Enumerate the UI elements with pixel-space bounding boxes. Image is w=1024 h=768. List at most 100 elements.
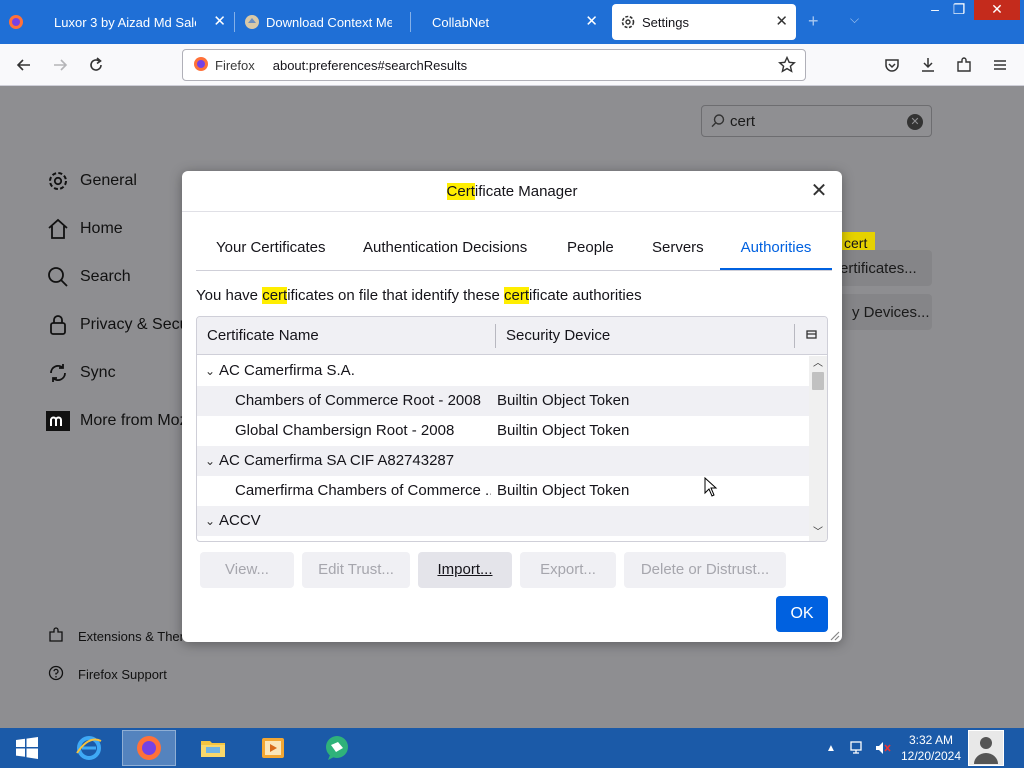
tab-settings[interactable]: Settings ✕ <box>612 4 796 40</box>
reload-icon[interactable] <box>84 53 108 77</box>
volume-muted-icon[interactable] <box>874 728 892 768</box>
mouse-cursor-icon <box>704 476 718 500</box>
nav-more-from-mozilla[interactable]: More from Mozilla <box>46 409 182 433</box>
import-button[interactable]: Import... <box>418 552 512 588</box>
chevron-down-icon[interactable]: ⌄ <box>205 446 217 476</box>
forward-arrow-icon[interactable] <box>48 53 72 77</box>
delete-or-distrust-button[interactable]: Delete or Distrust... <box>624 552 786 588</box>
cert-name: AC Camerfirma S.A. <box>219 362 355 379</box>
tab-download-context-menu[interactable]: Download Context Menu <box>240 4 410 40</box>
dialog-title: Certificate Manager <box>182 171 842 212</box>
close-icon[interactable]: ✕ <box>213 13 226 31</box>
system-clock[interactable]: 3:32 AM 12/20/2024 <box>896 732 966 764</box>
user-avatar-icon[interactable] <box>968 730 1004 766</box>
window-close-icon[interactable]: ✕ <box>974 0 1020 20</box>
tab-authentication-decisions[interactable]: Authentication Decisions <box>363 227 527 270</box>
button-label: Import... <box>437 561 493 578</box>
media-player-icon[interactable] <box>246 730 300 766</box>
edit-trust-button[interactable]: Edit Trust... <box>302 552 410 588</box>
column-certificate-name[interactable]: Certificate Name <box>207 317 319 355</box>
identity-box[interactable]: Firefox <box>183 56 255 75</box>
download-icon <box>244 14 260 30</box>
tab-authorities[interactable]: Authorities <box>720 227 832 270</box>
close-icon[interactable]: ✕ <box>585 13 598 31</box>
certificate-tree[interactable]: Certificate Name Security Device ⌄ AC Ca… <box>196 316 828 542</box>
restore-icon[interactable]: ❐ <box>944 0 974 20</box>
certificate-tabs: Your Certificates Authentication Decisio… <box>196 227 832 271</box>
settings-search-input[interactable]: cert ✕ <box>701 105 932 137</box>
column-security-device[interactable]: Security Device <box>506 317 610 355</box>
help-icon <box>48 665 64 684</box>
column-picker-icon[interactable] <box>805 328 819 342</box>
url-text[interactable]: about:preferences#searchResults <box>273 58 467 73</box>
new-tab-plus-icon[interactable]: + <box>808 12 819 30</box>
cert-device: Builtin Object Token <box>497 392 630 409</box>
clock-date: 12/20/2024 <box>900 749 962 763</box>
nav-label: Search <box>80 268 131 285</box>
scroll-thumb[interactable] <box>812 372 824 390</box>
tray-chevron-up-icon[interactable]: ▲ <box>826 728 836 768</box>
tree-row-group[interactable]: ⌄ AC Camerfirma SA CIF A82743287 <box>197 446 809 476</box>
close-icon[interactable]: ✕ <box>775 13 788 31</box>
nav-privacy[interactable]: Privacy & Security <box>46 313 182 337</box>
gear-icon <box>46 169 70 193</box>
tree-row[interactable]: Chambers of Commerce Root - 2008 Builtin… <box>197 386 809 416</box>
chat-app-icon[interactable] <box>310 730 364 766</box>
url-bar[interactable]: Firefox about:preferences#searchResults <box>182 49 806 81</box>
start-windows-icon[interactable] <box>0 730 54 766</box>
chevron-down-icon[interactable]: ⌄ <box>205 356 217 386</box>
tab-collabnet[interactable]: CollabNet ✕ <box>416 4 606 40</box>
view-button[interactable]: View... <box>200 552 294 588</box>
extensions-puzzle-icon[interactable] <box>952 53 976 77</box>
downloads-icon[interactable] <box>916 53 940 77</box>
nav-home[interactable]: Home <box>46 217 123 241</box>
back-arrow-icon[interactable] <box>12 53 36 77</box>
pocket-icon[interactable] <box>880 53 904 77</box>
nav-general[interactable]: General <box>46 169 137 193</box>
close-icon[interactable]: ✕ <box>808 181 830 203</box>
hamburger-menu-icon[interactable] <box>988 53 1012 77</box>
tab-servers[interactable]: Servers <box>652 227 704 270</box>
star-icon[interactable] <box>777 55 797 75</box>
ok-button[interactable]: OK <box>776 596 828 632</box>
tab-label: Settings <box>642 14 689 30</box>
tree-rows: ⌄ AC Camerfirma S.A. Chambers of Commerc… <box>197 356 809 541</box>
mozilla-icon <box>46 409 70 433</box>
tab-label: CollabNet <box>432 14 490 30</box>
security-devices-button[interactable]: y Devices... <box>836 294 932 330</box>
tab-separator <box>410 12 411 32</box>
certificate-manager-dialog: Certificate Manager ✕ Your Certificates … <box>182 171 842 642</box>
chevron-down-icon[interactable]: ⌄ <box>205 506 217 536</box>
column-splitter[interactable] <box>495 324 496 348</box>
scroll-down-icon[interactable]: ﹀ <box>809 525 827 541</box>
search-query: cert <box>730 112 756 130</box>
tree-row[interactable]: Global Chambersign Root - 2008 Builtin O… <box>197 416 809 446</box>
view-certificates-button[interactable]: ertificates... <box>836 250 932 286</box>
puzzle-icon <box>48 627 64 646</box>
tab-people[interactable]: People <box>567 227 614 270</box>
tree-row-group[interactable]: ⌄ ACCV <box>197 506 809 536</box>
network-icon[interactable] <box>848 728 866 768</box>
title-rest: ificate Manager <box>474 183 578 200</box>
nav-label: Extensions & Themes <box>78 629 182 644</box>
nav-search[interactable]: Search <box>46 265 131 289</box>
firefox-taskbar-icon[interactable] <box>122 730 176 766</box>
file-explorer-icon[interactable] <box>186 730 240 766</box>
chevron-down-icon[interactable]: ⌵ <box>850 12 859 27</box>
export-button[interactable]: Export... <box>520 552 616 588</box>
tab-luxor[interactable]: Luxor 3 by Aizad Md Saleh ✕ <box>8 4 234 40</box>
tree-scrollbar[interactable]: ︿ ﹀ <box>809 356 827 541</box>
nav-sync[interactable]: Sync <box>46 361 116 385</box>
clear-icon[interactable]: ✕ <box>907 114 923 130</box>
column-splitter[interactable] <box>794 324 795 348</box>
scroll-up-icon[interactable]: ︿ <box>809 356 827 372</box>
tree-row-group[interactable]: ⌄ AC Camerfirma S.A. <box>197 356 809 386</box>
desc-highlight: cert <box>262 287 288 304</box>
nav-extensions-themes[interactable]: Extensions & Themes <box>48 627 182 646</box>
resize-grip-icon[interactable] <box>828 628 840 641</box>
identity-label: Firefox <box>215 57 255 73</box>
nav-firefox-support[interactable]: Firefox Support <box>48 665 167 684</box>
tab-your-certificates[interactable]: Your Certificates <box>216 227 326 270</box>
internet-explorer-icon[interactable] <box>62 730 116 766</box>
button-label: y Devices... <box>852 303 930 321</box>
